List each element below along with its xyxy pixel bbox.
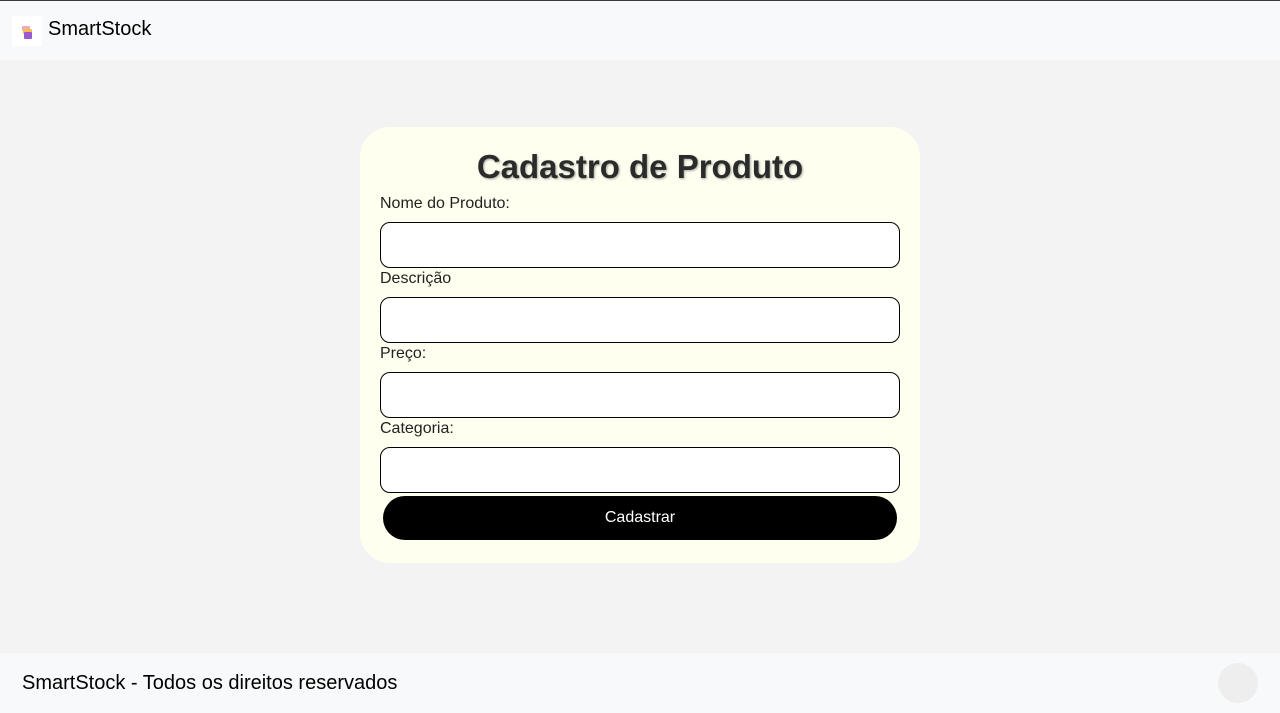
price-input[interactable]: [380, 372, 900, 418]
navbar: SmartStock: [0, 1, 1280, 60]
product-name-input[interactable]: [380, 222, 900, 268]
footer-text: SmartStock - Todos os direitos reservado…: [22, 672, 398, 694]
description-input[interactable]: [380, 297, 900, 343]
category-label: Categoria:: [380, 420, 454, 437]
logo-icon[interactable]: [12, 16, 42, 46]
footer: SmartStock - Todos os direitos reservado…: [0, 653, 1280, 713]
product-form: Cadastro de Produto Nome do Produto: Des…: [360, 127, 920, 563]
price-label: Preço:: [380, 345, 427, 362]
product-name-label: Nome do Produto:: [380, 195, 510, 212]
register-button[interactable]: Cadastrar: [383, 496, 897, 540]
brand-name[interactable]: SmartStock: [48, 17, 151, 41]
form-title: Cadastro de Produto: [476, 148, 804, 185]
description-label: Descrição: [380, 270, 452, 287]
category-input[interactable]: [380, 447, 900, 493]
floating-circle-button[interactable]: [1218, 663, 1258, 703]
